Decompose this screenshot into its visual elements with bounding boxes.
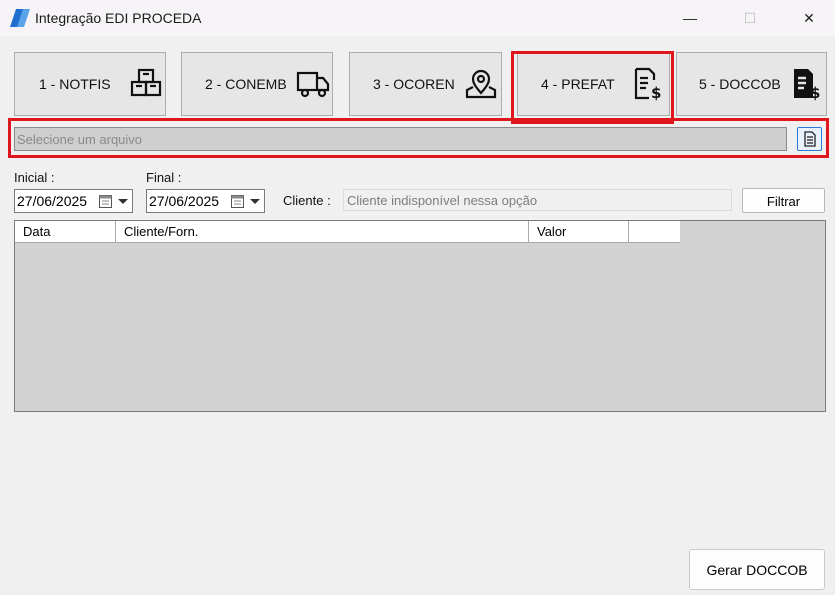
generate-doccob-button[interactable]: Gerar DOCCOB <box>689 549 825 590</box>
window-title: Integração EDI PROCEDA <box>35 10 202 26</box>
inicial-date-picker[interactable]: 27/06/2025 <box>14 189 133 213</box>
final-date-picker[interactable]: 27/06/2025 <box>146 189 265 213</box>
truck-icon <box>296 71 330 98</box>
calendar-icon <box>231 195 244 208</box>
filter-button[interactable]: Filtrar <box>742 188 825 213</box>
column-header-valor[interactable]: Valor <box>529 221 629 242</box>
maximize-button[interactable]: ☐ <box>727 0 773 36</box>
column-header-data[interactable]: Data <box>15 221 116 242</box>
minimize-button[interactable]: — <box>667 0 713 36</box>
title-bar: Integração EDI PROCEDA — ☐ ✕ <box>0 0 835 36</box>
results-grid[interactable]: Data Cliente/Forn. Valor <box>14 220 826 412</box>
boxes-icon <box>130 68 162 97</box>
final-date-value: 27/06/2025 <box>149 193 220 209</box>
tab-notfis-label: 1 - NOTFIS <box>39 76 111 92</box>
chevron-down-icon <box>118 199 128 204</box>
svg-text:$: $ <box>810 84 820 101</box>
column-header-extra[interactable] <box>629 221 680 242</box>
chevron-down-icon <box>250 199 260 204</box>
document-dollar-filled-icon: $ <box>794 69 820 101</box>
inicial-date-value: 27/06/2025 <box>17 193 88 209</box>
browse-file-button[interactable] <box>797 127 822 151</box>
tab-notfis[interactable]: 1 - NOTFIS <box>14 52 166 116</box>
app-logo-icon <box>10 9 30 27</box>
tab-doccob-label: 5 - DOCCOB <box>699 76 781 92</box>
tab-conemb[interactable]: 2 - CONEMB <box>181 52 333 116</box>
document-icon <box>803 131 816 147</box>
tab-ocoren-label: 3 - OCOREN <box>373 76 455 92</box>
grid-header: Data Cliente/Forn. Valor <box>15 221 680 243</box>
prefat-highlight <box>511 51 674 124</box>
calendar-icon <box>99 195 112 208</box>
map-pin-icon <box>465 69 497 99</box>
tab-ocoren[interactable]: 3 - OCOREN <box>349 52 502 116</box>
tab-conemb-label: 2 - CONEMB <box>205 76 287 92</box>
cliente-input: Cliente indisponível nessa opção <box>343 189 732 211</box>
column-header-cliente[interactable]: Cliente/Forn. <box>116 221 529 242</box>
tab-doccob[interactable]: 5 - DOCCOB $ <box>676 52 827 116</box>
cliente-label: Cliente : <box>283 193 331 208</box>
final-label: Final : <box>146 170 182 185</box>
inicial-label: Inicial : <box>14 170 55 185</box>
file-path-input[interactable]: Selecione um arquivo <box>14 127 787 151</box>
close-button[interactable]: ✕ <box>786 0 832 36</box>
